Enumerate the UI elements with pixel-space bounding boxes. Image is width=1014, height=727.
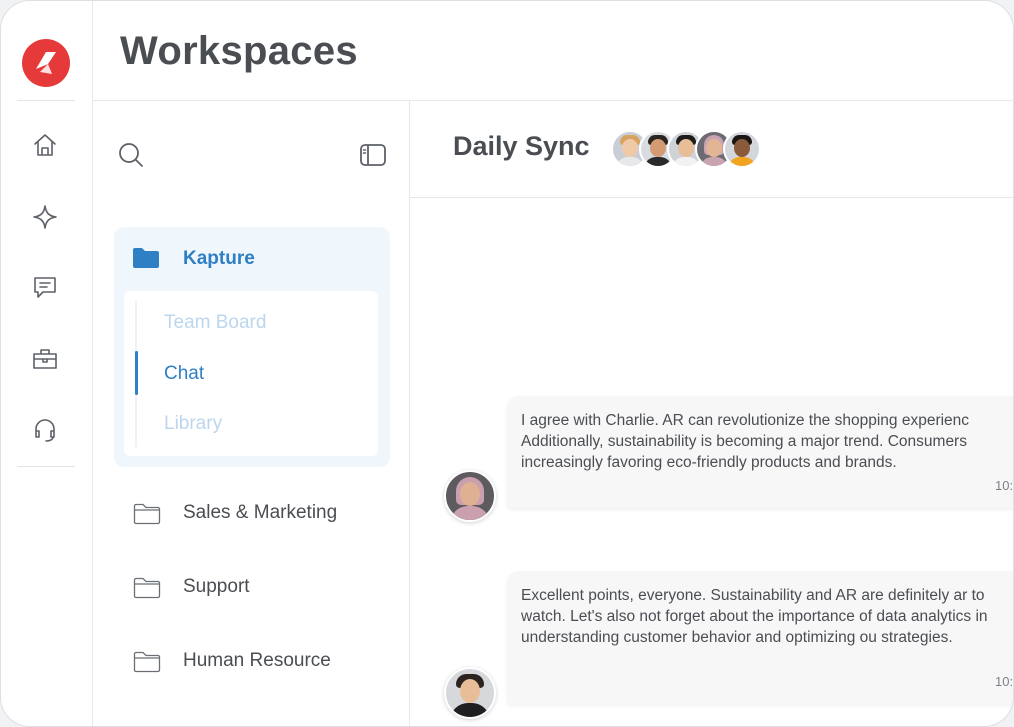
subnav-item-team-board[interactable]: Team Board [164,312,266,334]
search-icon[interactable] [117,141,145,169]
app-logo[interactable] [22,39,70,87]
folder-icon [133,248,159,268]
chat-icon[interactable] [30,272,60,302]
briefcase-icon[interactable] [30,344,60,374]
rail-divider [17,466,75,467]
avatar[interactable] [444,470,496,522]
icon-rail [1,1,93,726]
folder-icon [133,577,161,599]
workspace-item-label: Support [183,576,250,597]
chat-header: Daily Sync [410,101,1013,198]
chat-title: Daily Sync [453,131,590,161]
workspace-panel: Kapture Team Board Chat Library Sales & … [93,101,410,726]
subnav-active-indicator [135,351,138,395]
workspace-name: Kapture [183,248,255,269]
subnav-item-chat[interactable]: Chat [164,363,204,385]
message-timestamp: 10: [995,674,1014,689]
rail-divider [17,100,75,101]
subnav-item-library[interactable]: Library [164,413,222,435]
logo-icon [36,52,56,74]
folder-icon [133,503,161,525]
page-title: Workspaces [120,29,358,73]
message-text: I agree with Charlie. AR can revolutioni… [521,412,970,471]
avatar[interactable] [444,667,496,719]
workspace-kapture[interactable]: Kapture Team Board Chat Library [114,227,390,467]
panel-toggle-icon[interactable] [359,141,387,169]
workspace-subnav: Team Board Chat Library [124,291,378,456]
chat-message: I agree with Charlie. AR can revolutioni… [507,396,1014,508]
avatar [723,130,761,168]
headset-icon[interactable] [30,415,60,445]
workspace-item-label: Sales & Marketing [183,502,338,523]
sparkle-icon[interactable] [30,202,60,232]
folder-icon [133,651,161,673]
workspace-item-label: Human Resource [183,650,331,671]
app-window: Workspaces Kapture Team Board Chat Libra… [0,0,1014,727]
message-text: Excellent points, everyone. Sustainabili… [521,587,988,646]
home-icon[interactable] [30,130,60,160]
top-header: Workspaces [93,1,1013,101]
chat-message: Excellent points, everyone. Sustainabili… [507,571,1014,704]
message-timestamp: 10: [995,478,1014,493]
